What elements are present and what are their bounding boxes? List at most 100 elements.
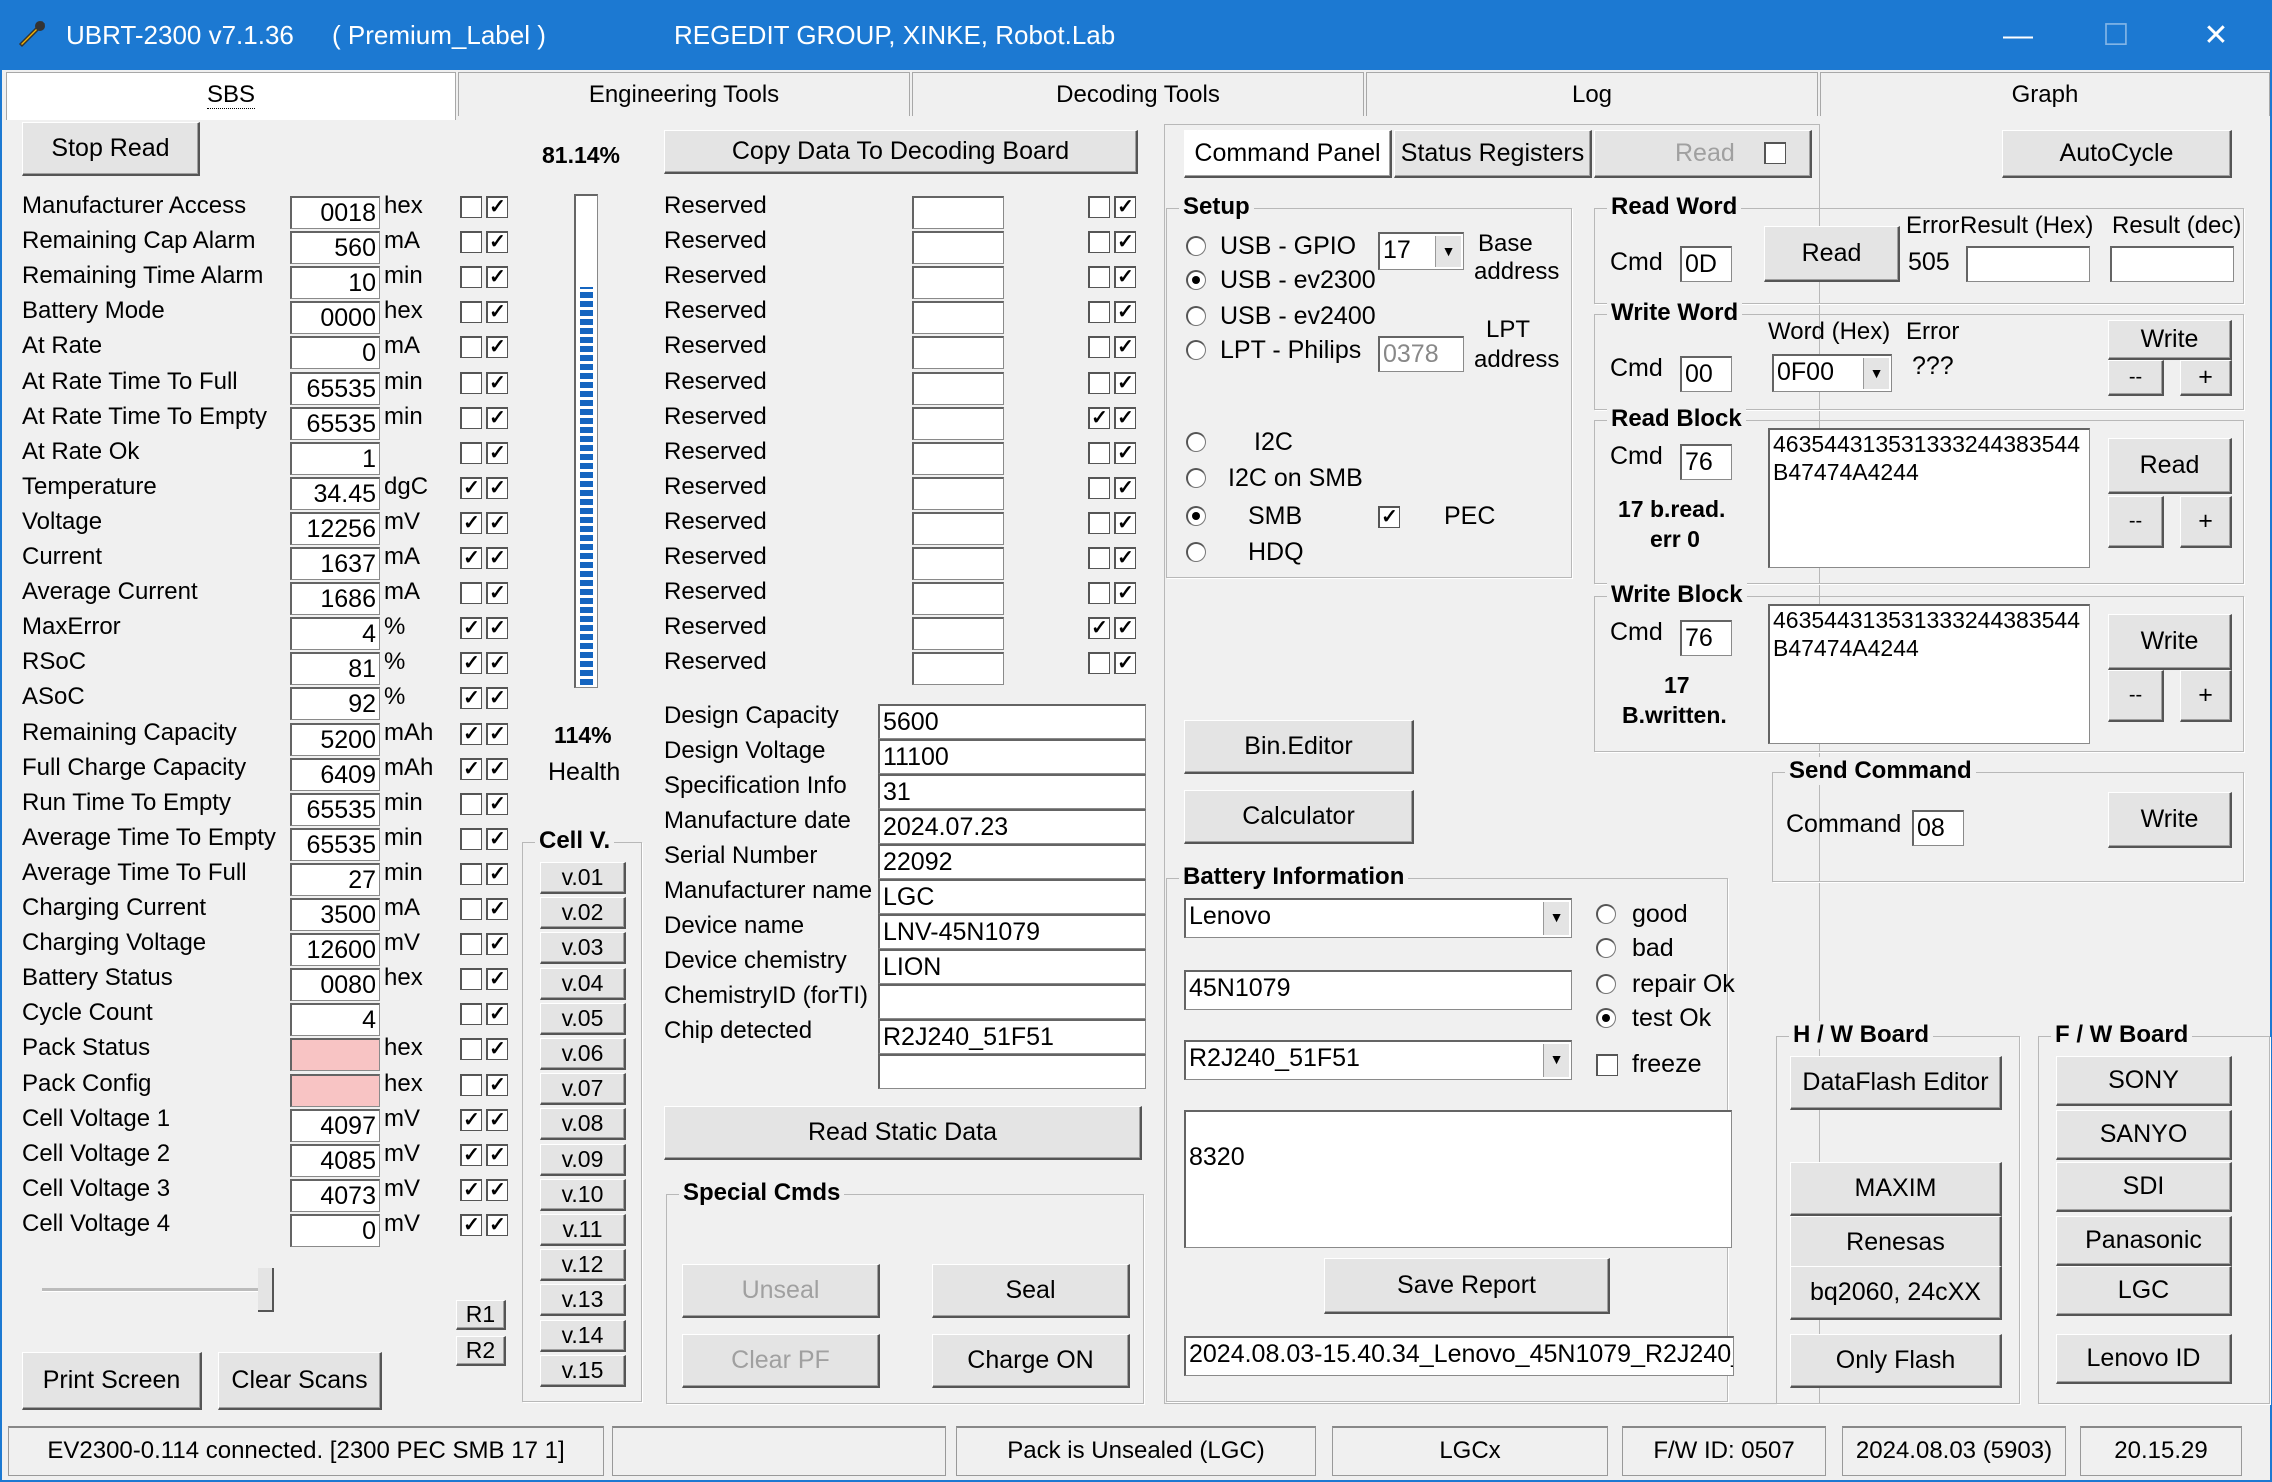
register-scan-checkbox[interactable]: ✓ bbox=[486, 1073, 508, 1096]
reserved-scan-checkbox[interactable]: ✓ bbox=[1114, 371, 1136, 394]
reserved-scan-checkbox[interactable]: ✓ bbox=[1114, 196, 1136, 218]
autocycle-button[interactable]: AutoCycle bbox=[2002, 130, 2232, 178]
reserved-scan-checkbox[interactable]: ✓ bbox=[1114, 652, 1136, 675]
lpt-address-field[interactable]: 0378 bbox=[1378, 336, 1464, 372]
brand-select[interactable]: Lenovo ▼ bbox=[1184, 898, 1572, 938]
save-report-button[interactable]: Save Report bbox=[1324, 1258, 1610, 1314]
reserved-scan-checkbox[interactable]: ✓ bbox=[1114, 617, 1136, 640]
cell-voltage-button[interactable]: v.06 bbox=[540, 1038, 626, 1070]
report-filename-field[interactable]: 2024.08.03-15.40.34_Lenovo_45N1079_R2J24… bbox=[1184, 1336, 1734, 1376]
tab-log[interactable]: Log bbox=[1366, 72, 1818, 116]
register-scan-checkbox[interactable]: ✓ bbox=[486, 301, 508, 324]
register-scan-checkbox[interactable]: ✓ bbox=[486, 757, 508, 780]
scan-slider-thumb[interactable] bbox=[258, 1268, 274, 1312]
reserved-scan-checkbox[interactable]: ✓ bbox=[1114, 231, 1136, 254]
cell-voltage-button[interactable]: v.13 bbox=[540, 1284, 626, 1317]
register-plot-checkbox[interactable] bbox=[460, 231, 482, 254]
rb-minus-button[interactable]: -- bbox=[2108, 496, 2164, 548]
cell-voltage-button[interactable]: v.14 bbox=[540, 1319, 626, 1352]
cell-voltage-button[interactable]: v.07 bbox=[540, 1073, 626, 1106]
register-scan-checkbox[interactable]: ✓ bbox=[486, 1003, 508, 1026]
register-plot-checkbox[interactable] bbox=[460, 301, 482, 324]
wb-minus-button[interactable]: -- bbox=[2108, 670, 2164, 722]
register-scan-checkbox[interactable]: ✓ bbox=[486, 792, 508, 815]
smb-radio[interactable] bbox=[1186, 506, 1206, 526]
clear-pf-button[interactable]: Clear PF bbox=[682, 1334, 880, 1388]
cell-voltage-button[interactable]: v.12 bbox=[540, 1249, 626, 1282]
register-plot-checkbox[interactable] bbox=[460, 336, 482, 359]
register-plot-checkbox[interactable]: ✓ bbox=[460, 757, 482, 780]
cell-voltage-button[interactable]: v.03 bbox=[540, 932, 626, 965]
minimize-icon[interactable]: — bbox=[1986, 12, 2050, 60]
register-scan-checkbox[interactable]: ✓ bbox=[486, 371, 508, 394]
tab-command-panel[interactable]: Command Panel bbox=[1184, 130, 1392, 178]
register-plot-checkbox[interactable] bbox=[460, 441, 482, 464]
r2-button[interactable]: R2 bbox=[456, 1336, 506, 1366]
good-radio[interactable] bbox=[1596, 904, 1616, 924]
clear-scans-button[interactable]: Clear Scans bbox=[218, 1352, 382, 1410]
maximize-icon[interactable]: ☐ bbox=[2084, 12, 2148, 60]
reserved-scan-checkbox[interactable]: ✓ bbox=[1114, 511, 1136, 534]
base-address-select[interactable]: 17 ▼ bbox=[1378, 232, 1464, 270]
bad-radio[interactable] bbox=[1596, 938, 1616, 958]
r1-button[interactable]: R1 bbox=[456, 1300, 506, 1330]
usb-gpio-radio[interactable] bbox=[1186, 236, 1206, 256]
hw-board-button[interactable]: bq2060, 24cXX bbox=[1790, 1266, 2002, 1320]
cell-voltage-button[interactable]: v.05 bbox=[540, 1002, 626, 1035]
register-plot-checkbox[interactable]: ✓ bbox=[460, 652, 482, 675]
tab-status-registers[interactable]: Status Registers bbox=[1394, 130, 1592, 178]
reserved-plot-checkbox[interactable] bbox=[1088, 336, 1110, 359]
register-plot-checkbox[interactable]: ✓ bbox=[460, 547, 482, 569]
i2c-radio[interactable] bbox=[1186, 432, 1206, 452]
reserved-plot-checkbox[interactable] bbox=[1088, 652, 1110, 675]
reserved-plot-checkbox[interactable] bbox=[1088, 371, 1110, 394]
register-scan-checkbox[interactable]: ✓ bbox=[486, 231, 508, 254]
fw-board-button[interactable]: SONY bbox=[2056, 1056, 2232, 1106]
register-scan-checkbox[interactable]: ✓ bbox=[486, 476, 508, 499]
cell-voltage-button[interactable]: v.02 bbox=[540, 897, 626, 930]
register-plot-checkbox[interactable] bbox=[460, 371, 482, 394]
register-plot-checkbox[interactable]: ✓ bbox=[460, 1143, 482, 1166]
register-plot-checkbox[interactable] bbox=[460, 827, 482, 850]
register-plot-checkbox[interactable] bbox=[460, 898, 482, 920]
hw-board-button[interactable]: Renesas bbox=[1790, 1216, 2002, 1270]
tab-sbs[interactable]: SBS bbox=[6, 72, 456, 120]
charge-on-button[interactable]: Charge ON bbox=[932, 1334, 1130, 1388]
register-scan-checkbox[interactable]: ✓ bbox=[486, 827, 508, 850]
i2c-on-smb-radio[interactable] bbox=[1186, 468, 1206, 488]
hw-board-button[interactable]: Only Flash bbox=[1790, 1334, 2002, 1388]
model-field[interactable]: 45N1079 bbox=[1184, 970, 1572, 1010]
register-scan-checkbox[interactable]: ✓ bbox=[486, 1038, 508, 1061]
cell-voltage-button[interactable]: v.11 bbox=[540, 1214, 626, 1246]
fw-board-button[interactable]: SDI bbox=[2056, 1162, 2232, 1212]
read-toggle-checkbox[interactable] bbox=[1764, 142, 1786, 164]
reserved-plot-checkbox[interactable]: ✓ bbox=[1088, 406, 1110, 429]
register-plot-checkbox[interactable]: ✓ bbox=[460, 617, 482, 640]
register-scan-checkbox[interactable]: ✓ bbox=[486, 862, 508, 885]
register-plot-checkbox[interactable] bbox=[460, 1038, 482, 1061]
notes-field[interactable]: 8320 bbox=[1184, 1110, 1732, 1248]
register-scan-checkbox[interactable]: ✓ bbox=[486, 687, 508, 710]
seal-button[interactable]: Seal bbox=[932, 1264, 1130, 1318]
wb-data-field[interactable]: 463544313531333244383544B47474A4244 bbox=[1768, 604, 2090, 744]
register-scan-checkbox[interactable]: ✓ bbox=[486, 547, 508, 569]
reserved-scan-checkbox[interactable]: ✓ bbox=[1114, 476, 1136, 499]
register-plot-checkbox[interactable]: ✓ bbox=[460, 722, 482, 745]
ww-minus-button[interactable]: -- bbox=[2108, 360, 2164, 396]
tab-decoding-tools[interactable]: Decoding Tools bbox=[912, 72, 1364, 116]
register-plot-checkbox[interactable] bbox=[460, 406, 482, 429]
scan-slider-track[interactable] bbox=[42, 1288, 272, 1292]
rb-plus-button[interactable]: + bbox=[2180, 496, 2232, 548]
ww-cmd-field[interactable]: 00 bbox=[1680, 356, 1732, 392]
bin-editor-button[interactable]: Bin.Editor bbox=[1184, 720, 1414, 774]
register-plot-checkbox[interactable]: ✓ bbox=[460, 1108, 482, 1131]
reserved-scan-checkbox[interactable]: ✓ bbox=[1114, 582, 1136, 605]
rb-data-field[interactable]: 463544313531333244383544B47474A4244 bbox=[1768, 428, 2090, 568]
hw-board-button[interactable]: DataFlash Editor bbox=[1790, 1056, 2002, 1110]
register-scan-checkbox[interactable]: ✓ bbox=[486, 968, 508, 991]
close-icon[interactable]: ✕ bbox=[2184, 12, 2248, 60]
wb-plus-button[interactable]: + bbox=[2180, 670, 2232, 722]
register-plot-checkbox[interactable]: ✓ bbox=[460, 1178, 482, 1201]
hw-board-button[interactable]: MAXIM bbox=[1790, 1162, 2002, 1216]
register-scan-checkbox[interactable]: ✓ bbox=[486, 196, 508, 218]
